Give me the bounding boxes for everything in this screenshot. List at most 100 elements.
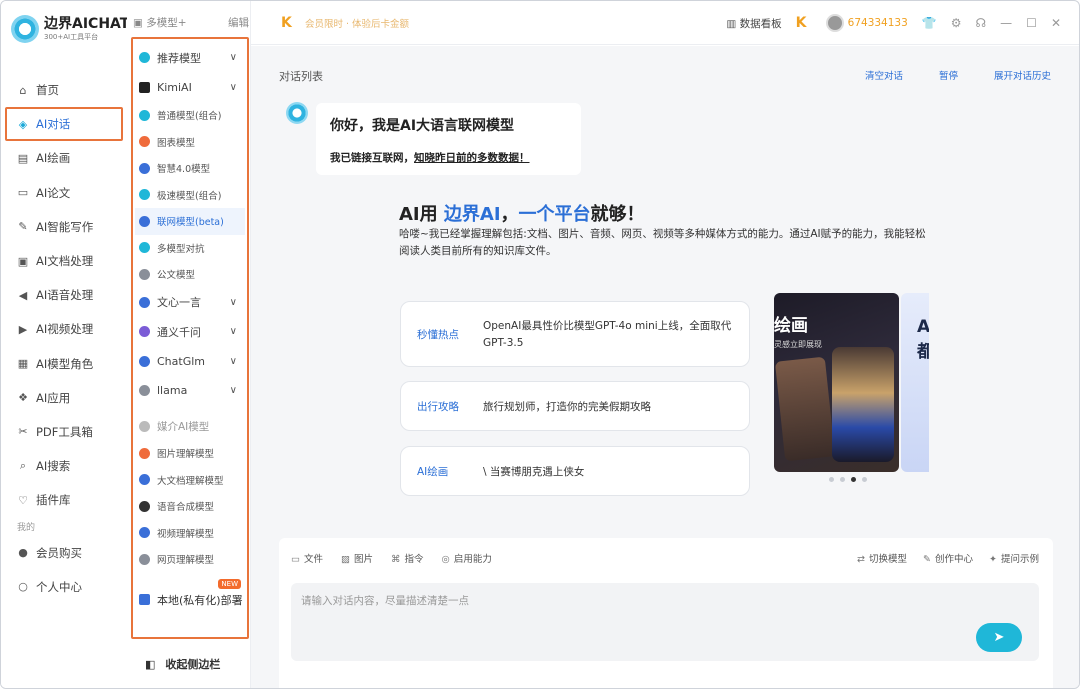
model-item[interactable]: 图表模型 bbox=[139, 129, 241, 156]
model-item[interactable]: ChatGlm ∨ bbox=[139, 347, 241, 377]
composer-tool-文件[interactable]: ▭ 文件 bbox=[291, 551, 323, 565]
nav-item[interactable]: ◀ AI语音处理 bbox=[5, 278, 123, 312]
model-item-label: 图表模型 bbox=[157, 137, 196, 149]
model-item[interactable]: 智慧4.0模型 bbox=[139, 155, 241, 182]
nav-item[interactable]: ◈ AI对话 bbox=[5, 107, 123, 142]
model-item[interactable]: 通义千问 ∨ bbox=[139, 317, 241, 347]
edit-button[interactable]: 编辑 bbox=[228, 15, 249, 30]
submenu-header: ▣ 多模型+ bbox=[133, 17, 187, 29]
model-item[interactable]: 公文模型 bbox=[139, 261, 241, 288]
nav-item[interactable]: ❖ AI应用 bbox=[5, 381, 123, 415]
settings-icon[interactable]: ⚙ bbox=[951, 16, 962, 30]
expand-history-link[interactable]: 展开对话历史 bbox=[994, 68, 1051, 82]
nav-item-label: 会员购买 bbox=[36, 545, 82, 560]
model-item-label: 语音合成模型 bbox=[157, 502, 215, 514]
maximize-icon[interactable]: ☐ bbox=[1026, 16, 1037, 30]
slide-subtitle: 灵感立即展现 bbox=[774, 340, 822, 349]
close-icon[interactable]: ✕ bbox=[1051, 16, 1061, 30]
shirt-icon[interactable]: 👕 bbox=[922, 16, 937, 30]
carousel-dot[interactable] bbox=[862, 477, 867, 482]
chevron-down-icon[interactable]: ∨ bbox=[230, 385, 237, 396]
model-item[interactable]: KimiAI ∨ bbox=[139, 73, 241, 103]
brand: 边界AICHAT 300+AI工具平台 bbox=[11, 15, 129, 43]
composer-tool-提问示例[interactable]: ✦ 提问示例 bbox=[989, 551, 1039, 565]
composer-tool-图片[interactable]: ▨ 图片 bbox=[341, 551, 373, 565]
nav-item[interactable]: ♡ 插件库 bbox=[5, 483, 123, 517]
media-icon bbox=[139, 421, 150, 433]
member-icon: ● bbox=[18, 546, 28, 560]
nav-section-label: 我的 bbox=[17, 523, 36, 534]
composer-tool-创作中心[interactable]: ✎ 创作中心 bbox=[923, 551, 973, 565]
new-badge: NEW bbox=[218, 578, 241, 589]
pause-link[interactable]: 暂停 bbox=[939, 68, 958, 82]
composer-tool-启用能力[interactable]: ◎ 启用能力 bbox=[442, 551, 492, 565]
clear-conversation-link[interactable]: 清空对话 bbox=[865, 68, 903, 82]
nav-item[interactable]: ⌂ 首页 bbox=[5, 73, 123, 107]
carousel-dot[interactable] bbox=[829, 477, 834, 482]
chevron-down-icon[interactable]: ∨ bbox=[230, 297, 237, 308]
model-item[interactable]: 普通模型(组合) bbox=[139, 102, 241, 129]
create-center-icon: ✎ bbox=[923, 554, 931, 565]
document-icon: ▭ bbox=[17, 186, 29, 200]
nav-item[interactable]: ▦ AI模型角色 bbox=[5, 347, 123, 381]
composer-tool-切换模型[interactable]: ⇄ 切换模型 bbox=[857, 551, 907, 565]
minimize-icon[interactable]: — bbox=[1000, 16, 1012, 30]
model-item[interactable]: 大文档理解模型 bbox=[139, 467, 241, 494]
model-item-label: 图片理解模型 bbox=[157, 449, 215, 461]
nav-item[interactable]: ▭ AI论文 bbox=[5, 176, 123, 210]
chevron-down-icon[interactable]: ∨ bbox=[230, 326, 237, 337]
model-item-label: 大文档理解模型 bbox=[157, 475, 224, 487]
local-deploy-item[interactable]: 本地(私有化)部署 NEW bbox=[139, 578, 243, 614]
carousel-dot[interactable] bbox=[851, 477, 856, 482]
model-item[interactable]: 网页理解模型 bbox=[139, 546, 241, 573]
prompt-card-drawing[interactable]: AI绘画 \ 当赛博朋克遇上侠女 bbox=[400, 446, 750, 496]
nav-item[interactable]: ⌕ AI搜索 bbox=[5, 449, 123, 483]
nav-item[interactable]: ✎ AI智能写作 bbox=[5, 210, 123, 244]
model-item[interactable]: 图片理解模型 bbox=[139, 440, 241, 467]
model-item[interactable]: 联网模型(beta) bbox=[135, 208, 245, 235]
conversation-list-title: 对话列表 bbox=[279, 70, 323, 83]
composer-tool-指令[interactable]: ⌘ 指令 bbox=[391, 551, 424, 565]
carousel-dot[interactable] bbox=[840, 477, 845, 482]
carousel-slide-drawing[interactable]: 绘画 灵感立即展现 bbox=[774, 293, 899, 472]
model-item[interactable]: 极速模型(组合) bbox=[139, 182, 241, 209]
chevron-down-icon[interactable]: ∨ bbox=[230, 82, 237, 93]
feature-carousel[interactable]: 绘画 灵感立即展现 A都 bbox=[774, 293, 929, 473]
model-item: 媒介AI模型 bbox=[139, 414, 241, 441]
chevron-down-icon[interactable]: ∨ bbox=[230, 52, 237, 63]
dashboard-button[interactable]: ▥ 数据看板 bbox=[726, 16, 781, 31]
model-item[interactable]: 文心一言 ∨ bbox=[139, 288, 241, 318]
nav-item[interactable]: ▶ AI视频处理 bbox=[5, 312, 123, 346]
k-logo-icon: K bbox=[281, 14, 292, 31]
video-icon: ▶ bbox=[18, 322, 28, 336]
model-item[interactable]: 视频理解模型 bbox=[139, 520, 241, 547]
prompt-card-travel[interactable]: 出行攻略 旅行规划师，打造你的完美假期攻略 bbox=[400, 381, 750, 431]
nav-item[interactable]: ○ 个人中心 bbox=[5, 570, 123, 604]
model-item[interactable]: 推荐模型 ∨ bbox=[139, 43, 241, 73]
main-area: 对话列表 清空对话 暂停 展开对话历史 你好，我是AI大语言联网模型 我已链接互… bbox=[251, 46, 1079, 688]
collapse-sidebar-button[interactable]: ◧ 收起侧边栏 bbox=[145, 656, 220, 672]
promo-text[interactable]: 会员限时 · 体验后卡金额 bbox=[305, 16, 409, 30]
prompt-text: OpenAI最具性价比模型GPT-4o mini上线，全面取代GPT-3.5 bbox=[483, 320, 732, 349]
model-item-label: 普通模型(组合) bbox=[157, 111, 222, 123]
chevron-down-icon[interactable]: ∨ bbox=[230, 356, 237, 367]
carousel-slide-next[interactable]: A都 bbox=[901, 293, 929, 472]
user-profile[interactable]: 674334133 bbox=[825, 14, 908, 32]
model-item[interactable]: 语音合成模型 bbox=[139, 493, 241, 520]
headset-icon[interactable]: ☊ bbox=[976, 16, 987, 30]
role-icon: ▦ bbox=[17, 357, 29, 371]
prompt-card-hot[interactable]: 秒懂热点 OpenAI最具性价比模型GPT-4o mini上线，全面取代GPT-… bbox=[400, 301, 750, 367]
nav-item[interactable]: ● 会员购买 bbox=[5, 535, 123, 569]
model-item[interactable]: 多模型对抗 bbox=[139, 235, 241, 262]
nav-item-label: AI智能写作 bbox=[36, 219, 94, 234]
nav-item-label: 插件库 bbox=[36, 493, 71, 508]
nav-item[interactable]: ▣ AI文档处理 bbox=[5, 244, 123, 278]
model-item-label: KimiAI bbox=[157, 80, 192, 94]
chat-input[interactable] bbox=[291, 583, 1039, 661]
topbar: K 会员限时 · 体验后卡金额 ▥ 数据看板 K 674334133 👕 ⚙ ☊… bbox=[251, 1, 1079, 45]
nav-item[interactable]: ✂ PDF工具箱 bbox=[5, 415, 123, 449]
send-button[interactable]: ➤ bbox=[976, 623, 1022, 652]
nav-item[interactable]: ▤ AI绘画 bbox=[5, 141, 123, 175]
model-item[interactable]: llama ∨ bbox=[139, 376, 241, 406]
nav-item-label: AI对话 bbox=[36, 117, 71, 132]
